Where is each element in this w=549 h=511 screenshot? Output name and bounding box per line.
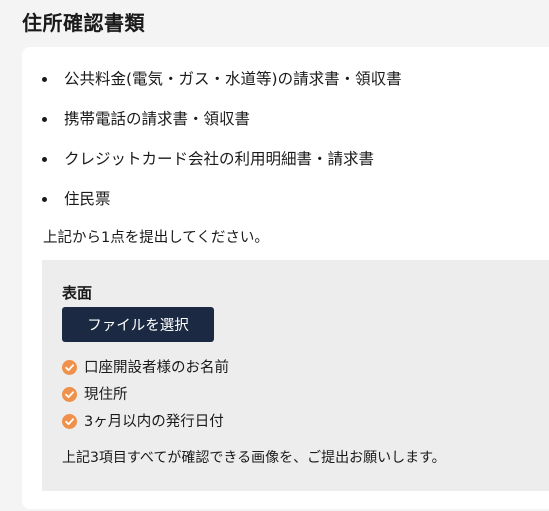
bullet-icon [42, 77, 47, 82]
choose-file-button[interactable]: ファイルを選択 [62, 307, 214, 342]
document-label: 公共料金(電気・ガス・水道等)の請求書・領収書 [64, 70, 402, 88]
requirement-label: 3ヶ月以内の発行日付 [84, 414, 224, 430]
instruction-text: 上記から1点を提出してください。 [43, 230, 269, 246]
document-label: 携帯電話の請求書・領収書 [64, 110, 251, 128]
requirement-label: 口座開設者様のお名前 [84, 360, 229, 376]
bullet-icon [42, 157, 47, 162]
list-item: クレジットカード会社の利用明細書・請求書 [22, 147, 549, 187]
requirement-note: 上記3項目すべてが確認できる画像を、ご提出お願いします。 [62, 450, 446, 466]
list-item: 公共料金(電気・ガス・水道等)の請求書・領収書 [22, 67, 549, 107]
front-side-label: 表面 [62, 284, 93, 302]
upload-panel-front: 表面 ファイルを選択 口座開設者様のお名前 現住所 3ヶ月以内の発行日付 上記3… [42, 260, 549, 491]
check-circle-icon [62, 360, 77, 375]
list-item: 携帯電話の請求書・領収書 [22, 107, 549, 147]
document-list: 公共料金(電気・ガス・水道等)の請求書・領収書 携帯電話の請求書・領収書 クレジ… [22, 67, 549, 227]
address-documents-card: 公共料金(電気・ガス・水道等)の請求書・領収書 携帯電話の請求書・領収書 クレジ… [22, 47, 549, 509]
document-label: クレジットカード会社の利用明細書・請求書 [64, 150, 375, 168]
section-title: 住所確認書類 [22, 11, 145, 35]
bullet-icon [42, 117, 47, 122]
list-item: 住民票 [22, 187, 549, 227]
requirement-label: 現住所 [84, 387, 128, 403]
bullet-icon [42, 197, 47, 202]
check-circle-icon [62, 414, 77, 429]
document-label: 住民票 [64, 190, 111, 208]
check-circle-icon [62, 387, 77, 402]
